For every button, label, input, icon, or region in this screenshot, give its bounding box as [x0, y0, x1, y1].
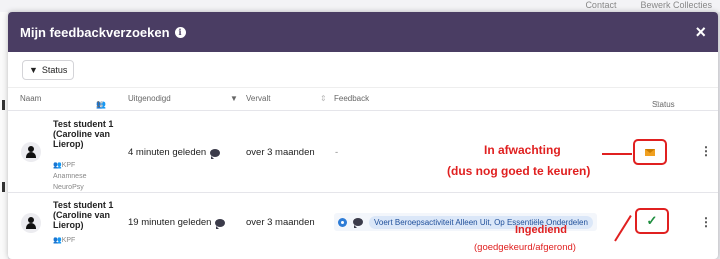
- expires-time: over 3 maanden: [246, 147, 315, 158]
- close-button[interactable]: ×: [695, 23, 706, 41]
- feedback-type-icon: [338, 217, 347, 227]
- student-name: Test student 1 (Caroline van Lierop): [53, 119, 114, 149]
- status-filter-label: Status: [41, 64, 68, 75]
- person-icon: [26, 146, 36, 158]
- check-icon: ✓: [646, 213, 658, 228]
- invited-time: 4 minuten geleden: [128, 147, 221, 159]
- comment-icon[interactable]: [210, 148, 221, 159]
- annotation-pending-sub: (dus nog goed te keuren): [447, 164, 591, 178]
- modal-header: Mijn feedbackverzoeken i ×: [8, 12, 718, 52]
- envelope-icon: [645, 148, 655, 156]
- feedback-empty: -: [335, 147, 339, 158]
- comment-icon[interactable]: [215, 218, 226, 229]
- tag-label: KPF: [61, 162, 76, 169]
- person-icon: [26, 217, 36, 229]
- avatar: [21, 142, 41, 162]
- background-marker: [2, 182, 5, 192]
- table-header: Naam 👥 1 ⇕ Uitgenodigd ▼ Vervalt ⇕ Feedb…: [8, 88, 718, 110]
- student-name: Test student 1 (Caroline van Lierop): [53, 200, 114, 230]
- row-menu-icon[interactable]: ⋮: [700, 216, 712, 228]
- tag-label: KPF: [61, 237, 76, 244]
- filter-icon: ▼: [29, 64, 38, 75]
- background-left-strip: [0, 12, 8, 259]
- tag: 👥KPF: [53, 235, 75, 246]
- invited-label: 4 minuten geleden: [128, 147, 207, 158]
- feedback-requests-modal: Mijn feedbackverzoeken i × ▼ Status Naam…: [8, 12, 718, 259]
- status-filter-button[interactable]: ▼ Status: [22, 59, 75, 80]
- expires-time: over 3 maanden: [246, 217, 315, 228]
- annotation-submitted-title: Ingediend: [515, 224, 567, 236]
- annotation-arrow-pending: [602, 153, 632, 155]
- sort-icon: ⇕: [654, 100, 661, 109]
- column-header-name[interactable]: Naam: [20, 94, 41, 103]
- row-menu-icon[interactable]: ⋮: [700, 145, 712, 157]
- status-submitted[interactable]: ✓: [635, 208, 669, 234]
- invited-time: 19 minuten geleden: [128, 217, 226, 229]
- background-crumbs: Contact Bewerk Collecties: [585, 0, 712, 10]
- background-marker: [2, 100, 5, 110]
- sort-icon[interactable]: ⇕: [320, 94, 327, 103]
- column-header-feedback[interactable]: Feedback: [334, 94, 369, 103]
- group-icon: 👥: [53, 237, 62, 244]
- toolbar: ▼ Status: [8, 52, 718, 88]
- invited-label: 19 minuten geleden: [128, 217, 212, 228]
- background-crumb: Contact: [585, 0, 617, 10]
- tag: 👥KPF: [53, 160, 86, 171]
- tag: Anamnese: [53, 173, 87, 180]
- sort-icon: ⇕: [98, 100, 105, 109]
- avatar: [21, 213, 41, 233]
- status-pending[interactable]: [633, 139, 667, 165]
- annotation-pending-title: In afwachting: [484, 143, 561, 157]
- column-header-invited[interactable]: Uitgenodigd: [128, 94, 171, 103]
- background-crumb: Bewerk Collecties: [640, 0, 712, 10]
- column-header-expires[interactable]: Vervalt: [246, 94, 270, 103]
- tag-list: 👥KPF Anamnese NeuroPsy: [53, 160, 86, 193]
- annotation-submitted-sub: (goedgekeurd/afgerond): [474, 242, 576, 253]
- table-row[interactable]: Test student 1 (Caroline van Lierop) 👥KP…: [8, 192, 718, 259]
- group-icon: 👥: [53, 162, 62, 169]
- tag-list: 👥KPF: [53, 235, 75, 246]
- comment-icon: [353, 218, 363, 228]
- info-icon[interactable]: i: [174, 26, 186, 38]
- table-row[interactable]: Test student 1 (Caroline van Lierop) 👥KP…: [8, 110, 718, 192]
- modal-title: Mijn feedbackverzoeken: [20, 24, 170, 40]
- sort-desc-icon[interactable]: ▼: [230, 94, 238, 103]
- background-top-bar: Contact Bewerk Collecties: [0, 0, 720, 12]
